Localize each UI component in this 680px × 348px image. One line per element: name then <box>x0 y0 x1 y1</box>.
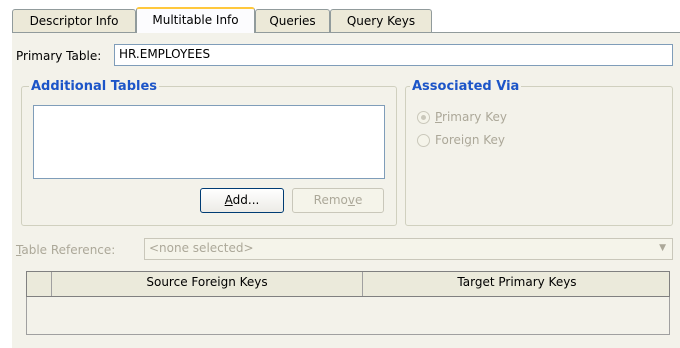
primary-table-input[interactable]: HR.EMPLOYEES <box>114 44 673 66</box>
tab-query-keys[interactable]: Query Keys <box>330 9 432 32</box>
add-button[interactable]: Add... <box>200 188 284 213</box>
tab-multitable-info[interactable]: Multitable Info <box>136 7 255 33</box>
additional-tables-title: Additional Tables <box>29 79 160 94</box>
chevron-down-icon: ▼ <box>659 243 666 253</box>
tab-label: Queries <box>269 14 316 28</box>
tab-label: Descriptor Info <box>29 14 119 28</box>
additional-tables-list[interactable] <box>33 105 385 179</box>
table-reference-combo[interactable]: <none selected> ▼ <box>144 238 673 260</box>
tab-label: Query Keys <box>346 14 416 28</box>
add-button-label-post: dd... <box>232 193 260 207</box>
keys-table-header: Source Foreign Keys Target Primary Keys <box>26 271 670 297</box>
tab-queries[interactable]: Queries <box>255 9 330 32</box>
column-header-source-foreign-keys[interactable]: Source Foreign Keys <box>52 272 363 296</box>
tab-label: Multitable Info <box>152 13 239 27</box>
radio-label-pre: Forei <box>435 133 465 147</box>
column-header-target-primary-keys[interactable]: Target Primary Keys <box>363 272 671 296</box>
radio-indicator <box>417 134 430 147</box>
radio-label-post: n Key <box>471 133 506 147</box>
remove-button-label-pre: Remo <box>313 193 348 207</box>
row-header-cell <box>27 272 52 296</box>
radio-indicator <box>417 111 430 124</box>
table-reference-label-rest: able Reference: <box>21 243 116 257</box>
primary-table-label: Primary Table: <box>16 49 102 63</box>
remove-button[interactable]: Remove <box>292 188 384 213</box>
associated-via-group <box>405 86 673 226</box>
radio-mnemonic: P <box>435 110 443 124</box>
radio-mnemonic: g <box>464 133 472 147</box>
table-reference-value: <none selected> <box>149 241 254 255</box>
tab-descriptor-info[interactable]: Descriptor Info <box>12 9 136 32</box>
remove-button-mnemonic: v <box>347 193 355 207</box>
table-reference-label: Table Reference: <box>16 243 115 257</box>
remove-button-label-post: e <box>354 193 363 207</box>
associated-via-title: Associated Via <box>410 79 522 94</box>
add-button-mnemonic: A <box>224 193 233 207</box>
radio-label-post: rimary Key <box>442 110 507 124</box>
